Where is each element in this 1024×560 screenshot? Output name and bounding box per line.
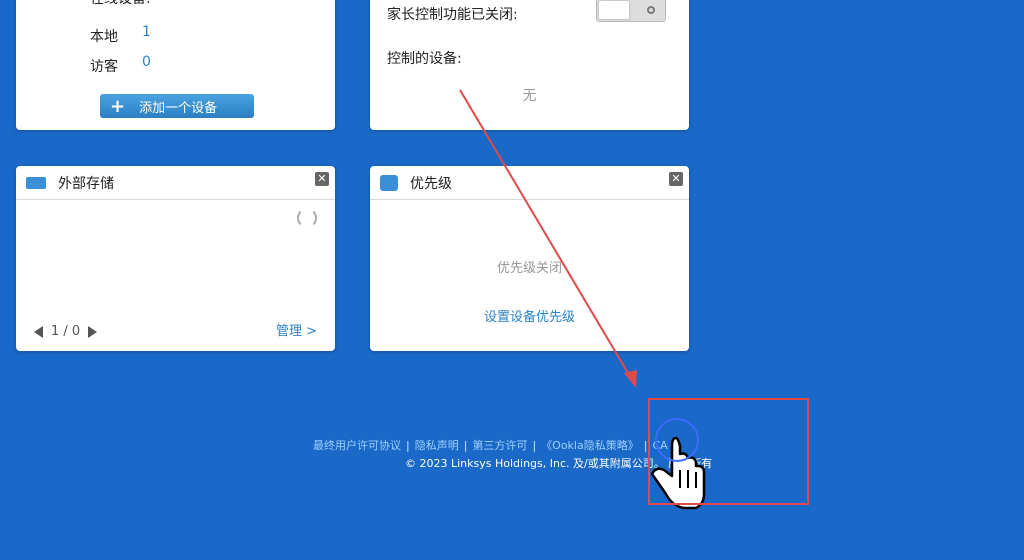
annotation-arrow-head: [624, 370, 637, 388]
annotation-highlight-box: [648, 398, 809, 505]
annotation-overlay: [459, 89, 706, 510]
annotation-arrow-line: [459, 89, 632, 379]
